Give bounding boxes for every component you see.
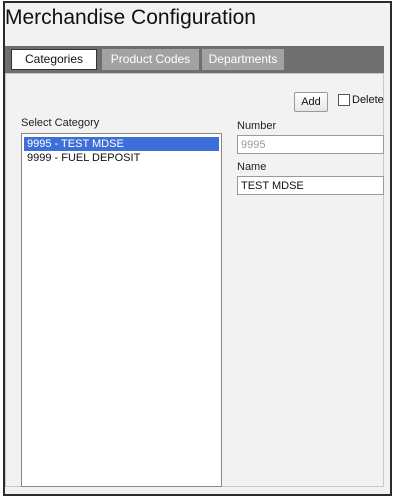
- page-title: Merchandise Configuration: [5, 6, 256, 29]
- name-field[interactable]: [237, 176, 384, 195]
- number-field[interactable]: [237, 135, 384, 154]
- delete-checkbox[interactable]: [338, 94, 350, 106]
- list-item[interactable]: 9999 - FUEL DEPOSIT: [24, 151, 219, 165]
- tab-product-codes[interactable]: Product Codes: [102, 49, 199, 70]
- list-item[interactable]: 9995 - TEST MDSE: [24, 137, 219, 151]
- tab-categories[interactable]: Categories: [11, 49, 97, 70]
- number-label: Number: [237, 120, 277, 132]
- delete-label: Delete: [352, 94, 384, 106]
- name-label: Name: [237, 161, 267, 173]
- select-category-label: Select Category: [21, 117, 100, 129]
- category-listbox[interactable]: 9995 - TEST MDSE 9999 - FUEL DEPOSIT: [21, 133, 222, 487]
- add-button[interactable]: Add: [294, 92, 328, 112]
- tab-bar: Categories Product Codes Departments: [5, 46, 384, 73]
- tab-departments[interactable]: Departments: [202, 49, 284, 70]
